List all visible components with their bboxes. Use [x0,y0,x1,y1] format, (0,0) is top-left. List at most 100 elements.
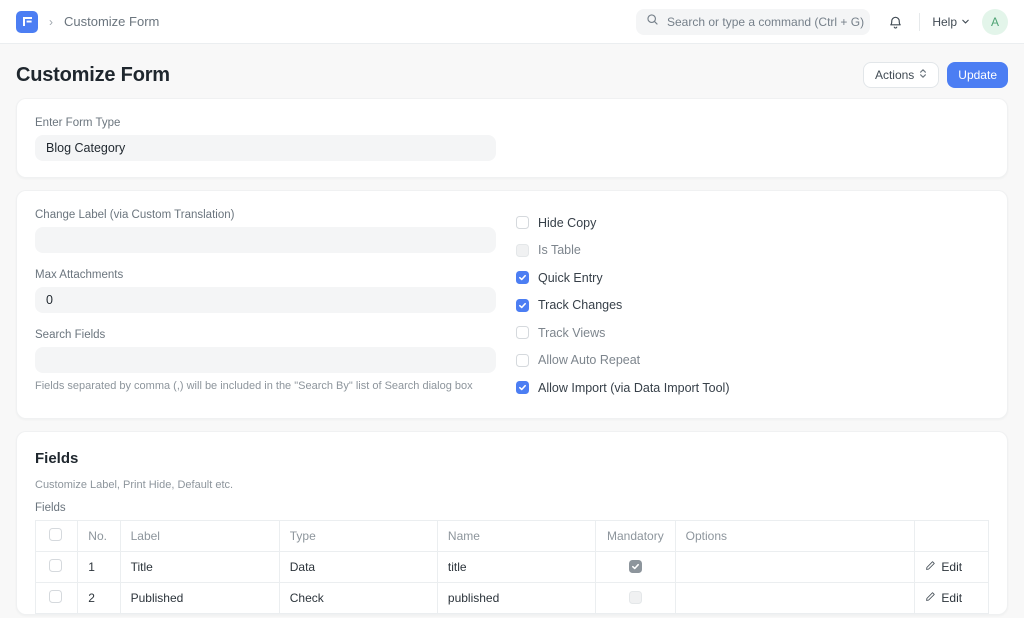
row-label[interactable]: Title [120,551,280,583]
column-header-options[interactable]: Options [675,520,916,552]
checkbox-row-allow-auto-repeat[interactable]: Allow Auto Repeat [516,347,989,375]
checkbox-row-hide-copy[interactable]: Hide Copy [516,209,989,237]
row-type[interactable]: Check [279,582,438,614]
edit-row-label: Edit [941,590,963,605]
pencil-icon [925,591,936,605]
row-type[interactable]: Data [279,551,438,583]
fields-section-title: Fields [35,449,79,467]
allow-auto-repeat-label: Allow Auto Repeat [538,353,641,368]
allow-import-label: Allow Import (via Data Import Tool) [538,380,730,395]
is-table-label: Is Table [538,243,581,258]
form-type-card: Enter Form Type [16,98,1008,178]
row-mandatory-checkbox[interactable] [628,560,642,573]
track-views-label: Track Views [538,325,606,340]
table-header-row: No. Label Type Name Mandatory Options [35,520,989,552]
breadcrumb[interactable]: Customize Form [64,14,159,29]
navbar-left: › Customize Form [16,10,159,33]
chevron-down-icon [961,15,970,29]
track-views-checkbox[interactable] [516,326,529,340]
table-row[interactable]: 1 Title Data title Edit [35,551,989,583]
checkbox-row-track-changes[interactable]: Track Changes [516,292,989,320]
checkbox-row-is-table[interactable]: Is Table [516,237,989,265]
column-header-no[interactable]: No. [77,520,121,552]
column-header-type[interactable]: Type [279,520,438,552]
checkbox-row-track-views[interactable]: Track Views [516,319,989,347]
page-title: Customize Form [16,63,170,86]
is-table-checkbox[interactable] [516,243,529,257]
hide-copy-label: Hide Copy [538,215,597,230]
row-mandatory-checkbox[interactable] [628,591,642,604]
hide-copy-checkbox[interactable] [516,216,529,230]
breadcrumb-separator-icon: › [49,14,53,29]
row-options[interactable] [675,582,916,614]
form-type-input[interactable] [35,135,496,161]
column-header-mandatory[interactable]: Mandatory [595,520,676,552]
row-no: 1 [77,551,121,583]
allow-auto-repeat-checkbox[interactable] [516,353,529,367]
form-type-label: Enter Form Type [35,117,121,129]
row-select-checkbox[interactable] [49,558,62,572]
edit-row-button[interactable]: Edit [925,591,962,605]
search-placeholder: Search or type a command (Ctrl + G) [667,15,865,29]
allow-import-checkbox[interactable] [516,381,529,395]
edit-row-button[interactable]: Edit [925,560,962,574]
search-fields-label: Search Fields [35,329,106,341]
edit-row-label: Edit [941,559,963,574]
row-action-cell: Edit [914,551,989,583]
search-input[interactable]: Search or type a command (Ctrl + G) [636,9,870,35]
row-name[interactable]: published [437,582,597,614]
avatar[interactable]: A [982,9,1008,35]
navbar-right: Help A [883,0,1008,44]
table-row[interactable]: 2 Published Check published Edit [35,582,989,614]
row-label[interactable]: Published [120,582,280,614]
actions-button[interactable]: Actions [862,62,940,88]
fields-grid-label: Fields [35,501,66,514]
max-attachments-input[interactable] [35,287,496,313]
settings-checkbox-column: Hide Copy Is Table Quick Entry Track Cha… [512,209,989,402]
search-icon [646,13,659,31]
settings-left-column: Change Label (via Custom Translation) Ma… [35,209,512,402]
frappe-logo-icon[interactable] [16,10,38,33]
change-label-field: Change Label (via Custom Translation) [35,209,496,253]
bell-icon[interactable] [883,10,907,34]
form-type-field: Enter Form Type [35,117,496,161]
row-select-checkbox[interactable] [49,589,62,603]
form-type-card-right-spacer [512,117,989,161]
fields-section-subtitle: Customize Label, Print Hide, Default etc… [35,478,234,491]
column-header-label[interactable]: Label [120,520,280,552]
top-navbar: › Customize Form Search or type a comman… [0,0,1024,44]
change-label-input[interactable] [35,227,496,253]
quick-entry-label: Quick Entry [538,270,603,285]
row-mandatory-cell [595,582,676,614]
settings-card: Change Label (via Custom Translation) Ma… [16,190,1008,419]
max-attachments-label: Max Attachments [35,269,124,281]
navbar-divider [919,13,921,31]
row-no: 2 [77,582,121,614]
search-fields-field: Search Fields Fields separated by comma … [35,329,496,392]
row-name[interactable]: title [437,551,597,583]
fields-table: No. Label Type Name Mandatory Options 1 … [35,519,989,614]
page-header: Customize Form Actions Update [0,44,1024,98]
pencil-icon [925,560,936,574]
search-fields-help-text: Fields separated by comma (,) will be in… [35,380,473,392]
help-menu[interactable]: Help [932,15,970,29]
checkbox-row-quick-entry[interactable]: Quick Entry [516,264,989,292]
column-header-name[interactable]: Name [437,520,597,552]
row-options[interactable] [675,551,916,583]
search-fields-input[interactable] [35,347,496,373]
help-label: Help [932,15,957,29]
max-attachments-field: Max Attachments [35,269,496,313]
select-all-checkbox[interactable] [49,527,62,541]
change-label-label: Change Label (via Custom Translation) [35,209,235,221]
page-actions: Actions Update [862,62,1008,88]
row-select-cell [35,551,79,583]
avatar-initial: A [990,15,999,29]
update-button[interactable]: Update [947,62,1008,88]
fields-card: Fields Customize Label, Print Hide, Defa… [16,430,1008,615]
checkbox-row-allow-import[interactable]: Allow Import (via Data Import Tool) [516,374,989,402]
row-action-cell: Edit [914,582,989,614]
track-changes-checkbox[interactable] [516,298,529,312]
chevron-up-down-icon [919,68,927,82]
select-all-header [35,520,79,552]
quick-entry-checkbox[interactable] [516,271,529,285]
